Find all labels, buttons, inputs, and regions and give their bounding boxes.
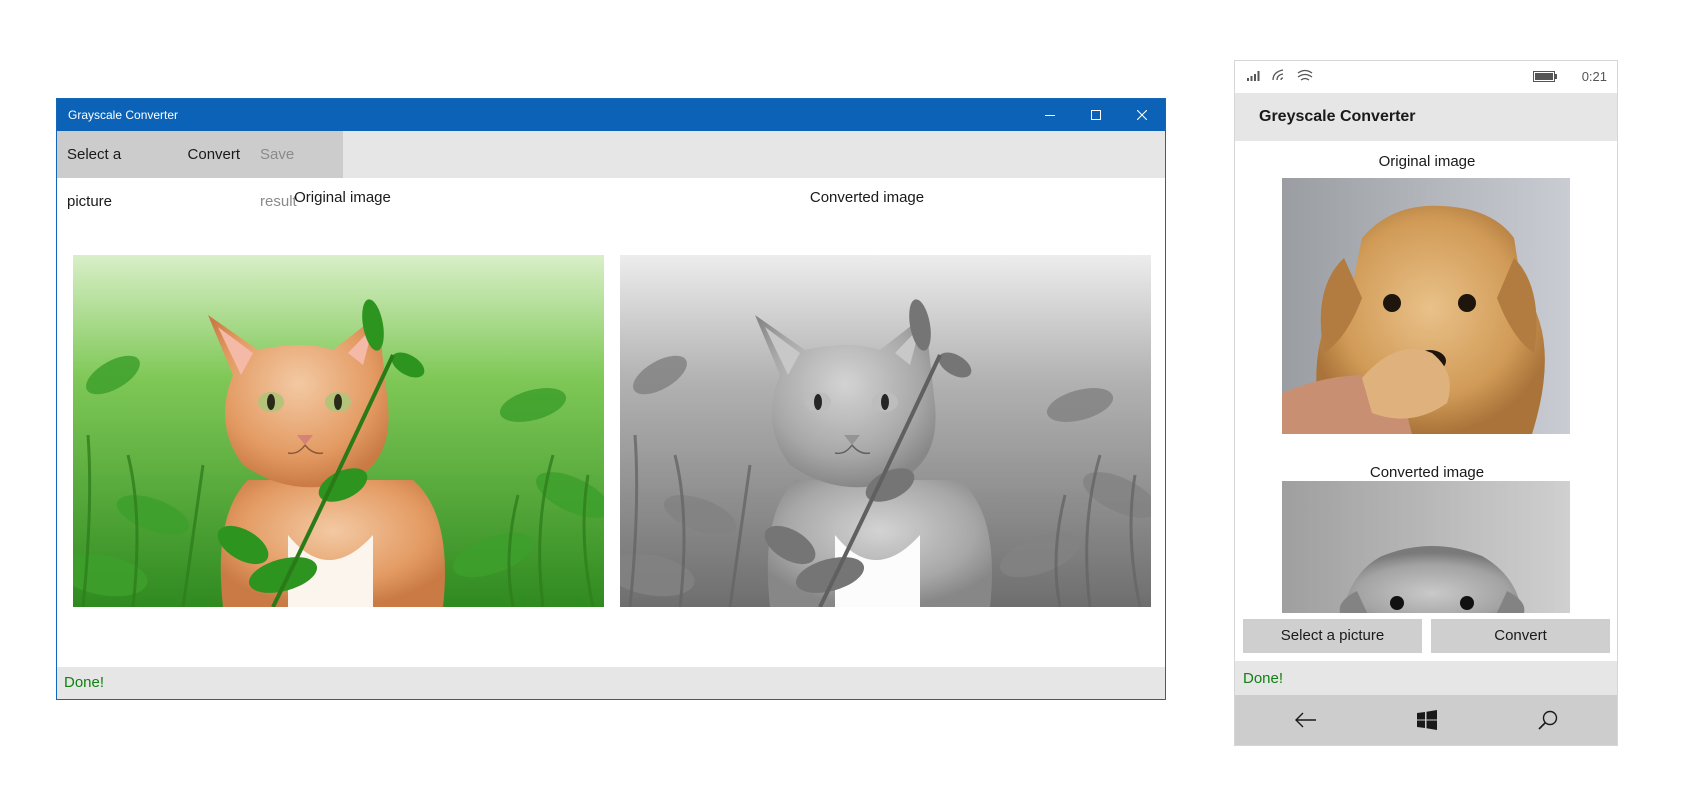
- close-button[interactable]: [1119, 99, 1165, 131]
- windows-start-icon: [1417, 710, 1437, 730]
- app-header: Greyscale Converter: [1235, 93, 1617, 141]
- phone-status-bar: Done!: [1235, 661, 1617, 697]
- converted-image-label: Converted image: [809, 189, 925, 206]
- search-icon: [1538, 710, 1558, 730]
- close-icon: [1137, 110, 1147, 120]
- start-button[interactable]: [1397, 695, 1457, 745]
- phone-converted-image: [1282, 481, 1570, 613]
- signal-strength-icon: [1247, 71, 1260, 81]
- original-image: [73, 255, 604, 607]
- phone-select-picture-button[interactable]: Select a picture: [1243, 619, 1422, 653]
- minimize-icon: [1045, 115, 1055, 116]
- convert-button[interactable]: Convert: [178, 131, 251, 178]
- command-group: Select a picture Convert Save result: [57, 131, 343, 210]
- phone-status-message: Done!: [1243, 670, 1284, 687]
- original-image-label: Original image: [294, 189, 391, 206]
- phone-converted-image-label: Converted image: [1369, 464, 1485, 481]
- command-bar: Select a picture Convert Save result: [57, 131, 1165, 210]
- data-connection-icon: [1297, 69, 1313, 81]
- clock: 0:21: [1581, 69, 1607, 84]
- back-button[interactable]: [1276, 695, 1336, 745]
- maximize-icon: [1091, 110, 1101, 120]
- battery-icon: [1533, 71, 1557, 82]
- wifi-icon: [1272, 69, 1284, 81]
- app-title: Greyscale Converter: [1259, 108, 1416, 125]
- phone-convert-button[interactable]: Convert: [1431, 619, 1610, 653]
- minimize-button[interactable]: [1027, 99, 1073, 131]
- phone-frame: 0:21 Greyscale Converter Original image: [1234, 60, 1618, 746]
- navigation-bar: [1235, 695, 1617, 745]
- phone-original-image: [1282, 178, 1570, 434]
- phone-original-image-label: Original image: [1378, 153, 1476, 170]
- back-icon: [1295, 712, 1316, 728]
- search-button[interactable]: [1518, 695, 1578, 745]
- status-message: Done!: [64, 674, 105, 691]
- system-tray: 0:21: [1235, 61, 1617, 93]
- save-result-button: Save result: [260, 146, 297, 210]
- maximize-button[interactable]: [1073, 99, 1119, 131]
- window-title: Grayscale Converter: [68, 108, 179, 122]
- select-picture-button[interactable]: Select a picture: [57, 131, 178, 210]
- status-bar: Done!: [57, 667, 1165, 699]
- desktop-window: Grayscale Converter Select a picture Con…: [56, 98, 1166, 700]
- title-bar[interactable]: Grayscale Converter: [57, 99, 1165, 131]
- converted-image: [620, 255, 1151, 607]
